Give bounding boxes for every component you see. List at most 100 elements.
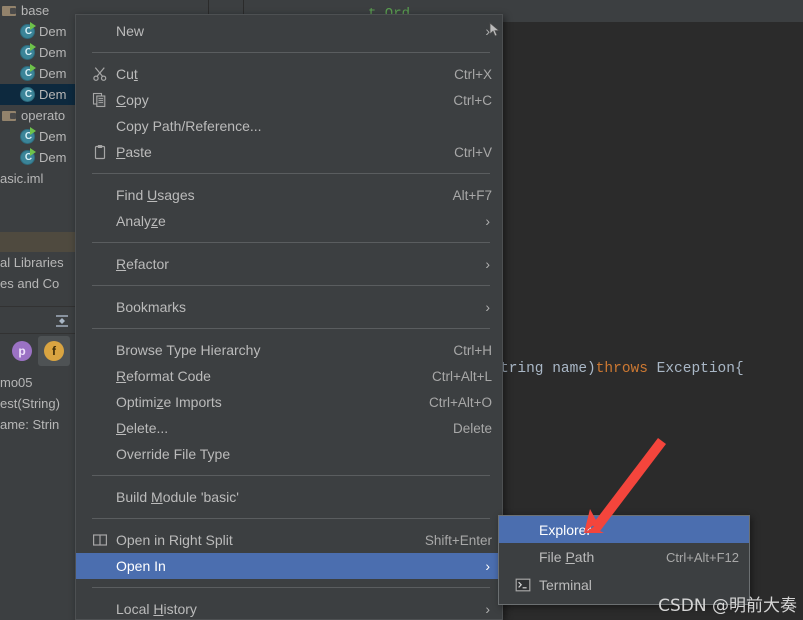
tree-item-label: asic.iml	[0, 171, 44, 186]
chevron-right-icon: ›	[485, 256, 490, 272]
menu-item-reformat-code[interactable]: Reformat Code Ctrl+Alt+L	[76, 363, 502, 389]
menu-item-optimize-imports[interactable]: Optimize Imports Ctrl+Alt+O	[76, 389, 502, 415]
tree-item-label: Dem	[39, 45, 67, 60]
java-class-runnable-icon: C	[20, 64, 36, 81]
project-tree[interactable]: base C Dem C Dem C Dem C Dem operato C D…	[0, 0, 78, 232]
code-prefix: tring name)	[500, 361, 596, 377]
project-sidebar: base C Dem C Dem C Dem C Dem operato C D…	[0, 0, 78, 620]
structure-item[interactable]: est(String)	[0, 393, 78, 414]
menu-item-label: New	[116, 23, 145, 39]
tree-item-class[interactable]: C Dem	[0, 147, 78, 168]
menu-separator	[92, 52, 490, 53]
tree-item-label: Dem	[39, 150, 67, 165]
tree-item-label: Dem	[39, 87, 67, 102]
menu-item-shortcut: Ctrl+Alt+O	[428, 394, 492, 410]
menu-item-paste[interactable]: Paste Ctrl+V	[76, 139, 502, 165]
tree-item-label: Dem	[39, 129, 67, 144]
menu-item-shortcut: Ctrl+X	[454, 66, 492, 82]
menu-item-label: Override File Type	[116, 446, 231, 462]
menu-item-label: Open In	[116, 558, 166, 574]
menu-group: Local History › Repair IDE on File Reloa…	[76, 593, 502, 619]
menu-item-label: Copy	[116, 92, 149, 108]
menu-item-shortcut: Ctrl+Alt+L	[431, 368, 492, 384]
menu-group: Cut Ctrl+X Copy Ctrl+C Copy Path/Referen…	[76, 58, 502, 168]
tree-item-label: Dem	[39, 66, 67, 81]
split-pane-icon	[92, 532, 108, 548]
menu-item-find-usages[interactable]: Find Usages Alt+F7	[76, 182, 502, 208]
menu-item-label: Delete...	[116, 420, 169, 436]
menu-item-label: Optimize Imports	[116, 394, 222, 410]
menu-item-label: Browse Type Hierarchy	[116, 342, 261, 358]
tree-item-class[interactable]: C Dem	[0, 21, 78, 42]
menu-item-copy[interactable]: Copy Ctrl+C	[76, 87, 502, 113]
java-class-icon: C	[20, 87, 35, 102]
tree-item-iml-file[interactable]: asic.iml	[0, 168, 78, 189]
menu-group: Refactor ›	[76, 248, 502, 280]
tree-item-class[interactable]: C Dem	[0, 63, 78, 84]
menu-item-open-in[interactable]: Open In ›	[76, 553, 502, 579]
menu-group: New ›	[76, 15, 502, 47]
menu-group: Find Usages Alt+F7 Analyze ›	[76, 179, 502, 237]
structure-item[interactable]: mo05	[0, 372, 78, 393]
folder-icon	[2, 5, 17, 17]
menu-item-override-file-type[interactable]: Override File Type	[76, 441, 502, 467]
mouse-cursor-icon	[489, 22, 501, 38]
tree-item-class[interactable]: C Dem	[0, 126, 78, 147]
favorites-badge[interactable]: f	[44, 341, 64, 361]
context-menu[interactable]: New › Cut Ctrl+X Copy Ctrl+C Copy Path/R…	[75, 14, 503, 620]
submenu-item-file-path[interactable]: File Path Ctrl+Alt+F12	[499, 543, 749, 571]
menu-item-build-module[interactable]: Build Module 'basic'	[76, 484, 502, 510]
menu-item-label: Copy Path/Reference...	[116, 118, 262, 134]
submenu-item-explorer[interactable]: Explorer	[499, 516, 749, 543]
menu-separator	[92, 518, 490, 519]
menu-item-bookmarks[interactable]: Bookmarks ›	[76, 294, 502, 320]
menu-item-analyze[interactable]: Analyze ›	[76, 208, 502, 234]
menu-item-shortcut: Alt+F7	[452, 187, 492, 203]
clipboard-icon	[92, 144, 108, 160]
project-badge[interactable]: p	[12, 341, 32, 361]
menu-item-shortcut: Ctrl+C	[453, 92, 492, 108]
terminal-icon	[515, 577, 531, 593]
scratches-row[interactable]: es and Co	[0, 273, 78, 294]
menu-item-local-history[interactable]: Local History ›	[76, 596, 502, 619]
submenu-item-label: File Path	[539, 549, 595, 565]
java-class-runnable-icon: C	[20, 148, 36, 165]
menu-separator	[92, 173, 490, 174]
menu-group: Bookmarks ›	[76, 291, 502, 323]
menu-item-cut[interactable]: Cut Ctrl+X	[76, 61, 502, 87]
menu-group: Open in Right Split Shift+Enter Open In …	[76, 524, 502, 582]
menu-item-delete[interactable]: Delete... Delete	[76, 415, 502, 441]
menu-group: Browse Type Hierarchy Ctrl+H Reformat Co…	[76, 334, 502, 470]
chevron-right-icon: ›	[485, 213, 490, 229]
menu-item-refactor[interactable]: Refactor ›	[76, 251, 502, 277]
menu-item-new[interactable]: New ›	[76, 18, 502, 44]
tree-item-operator[interactable]: operato	[0, 105, 78, 126]
menu-separator	[92, 242, 490, 243]
tree-item-base[interactable]: base	[0, 0, 78, 21]
menu-item-shortcut: Shift+Enter	[424, 532, 492, 548]
java-class-runnable-icon: C	[20, 22, 36, 39]
menu-item-label: Build Module 'basic'	[116, 489, 239, 505]
structure-item[interactable]: ame: Strin	[0, 414, 78, 435]
collapse-all-icon[interactable]	[54, 313, 70, 329]
menu-item-browse-type-hierarchy[interactable]: Browse Type Hierarchy Ctrl+H	[76, 337, 502, 363]
tree-item-class-selected[interactable]: C Dem	[0, 84, 78, 105]
external-libraries-section[interactable]: al Libraries es and Co	[0, 252, 78, 306]
menu-item-label: Paste	[116, 144, 152, 160]
chevron-right-icon: ›	[485, 558, 490, 574]
scratches-label: es and Co	[0, 276, 60, 291]
tree-item-label: Dem	[39, 24, 67, 39]
libraries-row[interactable]: al Libraries	[0, 252, 78, 273]
menu-item-copy-path-reference[interactable]: Copy Path/Reference...	[76, 113, 502, 139]
tree-item-class[interactable]: C Dem	[0, 42, 78, 63]
menu-item-open-in-right-split[interactable]: Open in Right Split Shift+Enter	[76, 527, 502, 553]
menu-item-label: Local History	[116, 601, 197, 617]
sidebar-toolbar	[0, 306, 78, 334]
editor-code-line: tring name)throws Exception{	[500, 361, 744, 377]
tool-window-badges: p f	[0, 336, 78, 366]
menu-group: Build Module 'basic'	[76, 481, 502, 513]
java-class-runnable-icon: C	[20, 43, 36, 60]
menu-item-label: Bookmarks	[116, 299, 187, 315]
menu-item-label: Reformat Code	[116, 368, 211, 384]
menu-separator	[92, 587, 490, 588]
